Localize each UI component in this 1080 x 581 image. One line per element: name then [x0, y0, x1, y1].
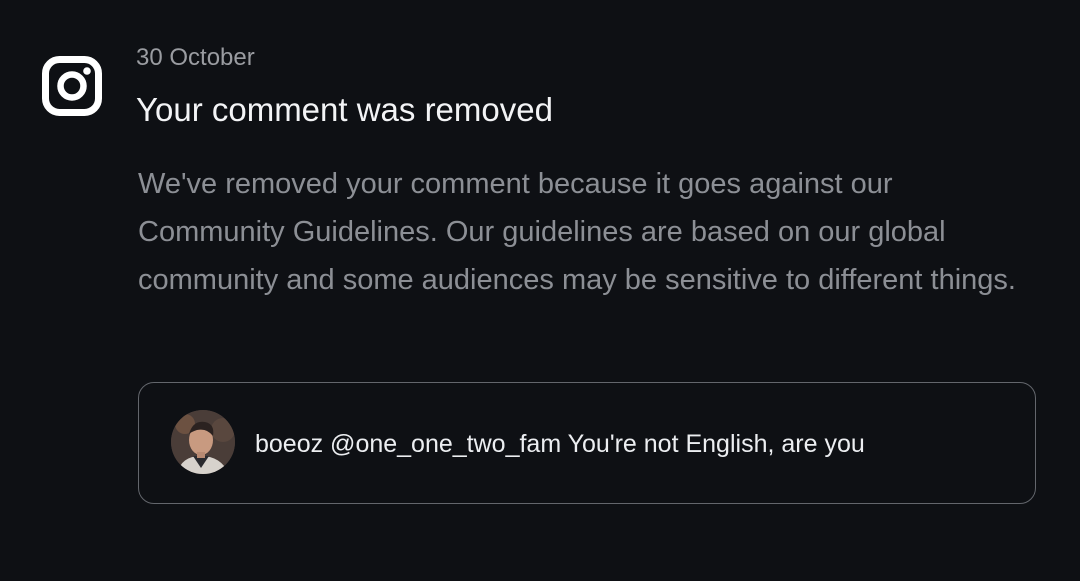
comment-text: boeoz @one_one_two_fam You're not Englis… — [255, 430, 865, 458]
instagram-icon — [42, 56, 102, 116]
notification-date: 30 October — [136, 44, 255, 71]
notification-body: We've removed your comment because it go… — [138, 168, 1016, 296]
removed-comment-card[interactable]: boeoz @one_one_two_fam You're not Englis… — [138, 382, 1036, 504]
notification-title: Your comment was removed — [136, 91, 553, 128]
user-avatar — [171, 410, 235, 474]
